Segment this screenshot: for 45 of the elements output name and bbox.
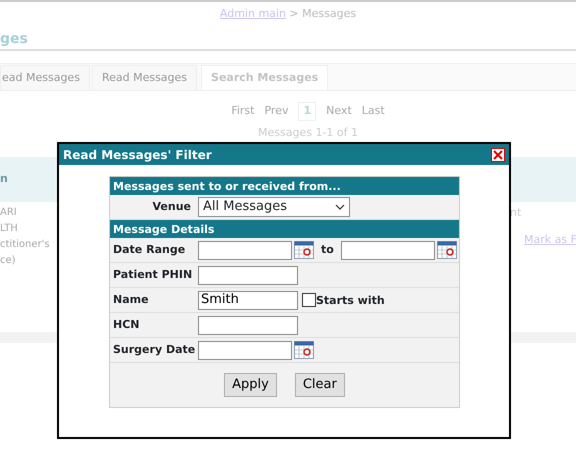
calendar-icon[interactable] — [436, 241, 457, 259]
pager-link[interactable]: First — [231, 103, 254, 120]
range-separator: to — [321, 242, 334, 258]
mark-link[interactable]: Mark as F — [524, 232, 576, 248]
table-cell-line: LTH — [0, 222, 19, 236]
pager-link[interactable]: Next — [326, 103, 352, 120]
table-cell-line: ctitioner's — [0, 238, 51, 252]
field-label: Patient PHIN — [113, 266, 194, 283]
pager-link[interactable]: 1 — [298, 102, 316, 120]
tab[interactable]: Read Messages — [92, 65, 198, 90]
field-label: Date Range — [113, 242, 186, 258]
input-field[interactable] — [198, 266, 298, 284]
field-label: HCN — [113, 316, 140, 333]
calendar-icon[interactable] — [294, 241, 314, 259]
page-title: ges — [0, 30, 29, 49]
tab[interactable]: ead Messages — [0, 65, 90, 90]
breadcrumb-separator: > — [288, 7, 300, 20]
input-field[interactable] — [198, 316, 298, 334]
input-field[interactable]: Smith — [198, 290, 298, 310]
section-heading: Messages sent to or received from... — [110, 177, 459, 195]
select-value: All Messages — [203, 198, 287, 216]
checkbox[interactable] — [302, 293, 316, 307]
field-label: Venue — [152, 198, 192, 215]
field-label: Name — [113, 292, 150, 308]
table-cell-line: ce) — [0, 254, 17, 268]
breadcrumb-current: Messages — [302, 7, 356, 20]
calendar-icon[interactable] — [294, 341, 314, 359]
column-header: n — [0, 171, 8, 188]
pager-link[interactable]: Last — [362, 103, 385, 120]
input-field[interactable] — [340, 240, 435, 260]
field-label: Surgery Date — [113, 342, 196, 358]
caret-icon — [335, 204, 345, 210]
input-field[interactable] — [198, 240, 292, 260]
input-field[interactable] — [198, 340, 292, 360]
table-cell-line: ARI — [0, 206, 18, 220]
venue-select[interactable]: All Messages — [198, 197, 350, 217]
section-heading: Message Details — [110, 220, 459, 238]
breadcrumb-link[interactable]: Admin main — [220, 7, 286, 20]
close-button[interactable] — [491, 148, 505, 162]
dialog-title: Read Messages' Filter — [63, 146, 212, 164]
pager-link[interactable]: Prev — [264, 103, 288, 120]
tab[interactable]: Search Messages — [201, 65, 328, 90]
checkbox-label: Starts with — [316, 293, 385, 310]
dialog-button[interactable]: Clear — [294, 373, 345, 397]
dialog-button[interactable]: Apply — [224, 373, 277, 397]
